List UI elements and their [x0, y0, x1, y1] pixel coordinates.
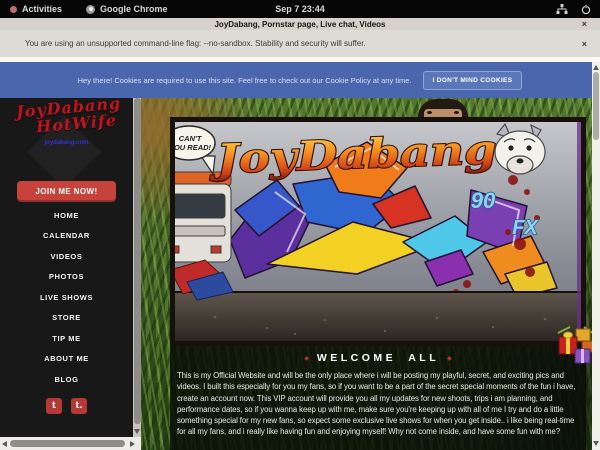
sidebar-horizontal-scrollbar-thumb[interactable]	[10, 440, 125, 447]
cookie-message: Hey there! Cookies are required to use t…	[78, 76, 412, 85]
chrome-logo-icon	[86, 5, 95, 14]
svg-text:CAN'T: CAN'T	[179, 134, 203, 143]
site-logo[interactable]: JoyDabang HotWife joydabang.com	[0, 98, 133, 178]
scroll-down-icon[interactable]	[593, 441, 599, 446]
page-vertical-scrollbar[interactable]	[592, 62, 600, 450]
sidebar-item-videos[interactable]: VIDEOS	[0, 246, 133, 267]
warning-close-icon[interactable]: ×	[582, 30, 587, 57]
window-title-bar: JoyDabang, Pornstar page, Live chat, Vid…	[0, 18, 600, 30]
graffiti-tag-2: FX	[512, 217, 539, 239]
hero-title: JoyDabang	[208, 126, 498, 183]
scroll-down-icon[interactable]	[134, 429, 140, 434]
sidebar-item-about-me[interactable]: ABOUT ME	[0, 349, 133, 370]
bulldog-icon	[495, 124, 545, 174]
sidebar-item-live-shows[interactable]: LIVE SHOWS	[0, 287, 133, 308]
window-title: JoyDabang, Pornstar page, Live chat, Vid…	[214, 20, 385, 29]
welcome-heading: ◆ WELCOME ALL ◆	[170, 352, 586, 364]
scroll-left-icon[interactable]	[2, 441, 7, 447]
sidebar-item-store[interactable]: STORE	[0, 308, 133, 329]
sidebar-item-photos[interactable]: PHOTOS	[0, 267, 133, 288]
join-me-now-button[interactable]: JOIN ME NOW!	[17, 181, 116, 202]
peek-eye	[427, 111, 432, 114]
warning-infobar: You are using an unsupported command-lin…	[0, 30, 600, 57]
webpage-background: JoyDabang HotWife joydabang.com JOIN ME …	[0, 98, 600, 450]
activities-button[interactable]: Activities	[10, 4, 62, 14]
sidebar-vertical-scrollbar-thumb[interactable]	[134, 98, 141, 424]
cookie-accept-button[interactable]: I DON'T MIND COOKIES	[423, 71, 523, 90]
welcome-paragraph: This is my Official Website and will be …	[177, 370, 579, 438]
welcome-section: ◆ WELCOME ALL ◆ This is my Official Webs…	[170, 346, 586, 450]
activities-label: Activities	[22, 4, 62, 14]
welcome-heading-text: WELCOME ALL	[317, 352, 439, 364]
screen: Activities Google Chrome Sep 7 23:44 Joy…	[0, 0, 600, 450]
graffiti-tag-1: 90	[471, 188, 496, 213]
app-menu-button[interactable]: Google Chrome	[86, 4, 168, 14]
peeking-person-graphic	[418, 99, 468, 117]
app-menu-label: Google Chrome	[100, 4, 168, 14]
activities-dot-icon	[10, 6, 17, 13]
truck-graphic	[175, 172, 231, 262]
diamond-marker-icon: ◆	[447, 355, 452, 362]
cookie-bar: Hey there! Cookies are required to use t…	[0, 62, 600, 98]
hero-banner-image: JoyDabang CAN'T YOU READ!	[170, 117, 586, 346]
sidebar-item-blog[interactable]: BLOG	[0, 369, 133, 390]
sidebar-item-home[interactable]: HOME	[0, 205, 133, 226]
sidebar-item-tip-me[interactable]: TIP ME	[0, 328, 133, 349]
sidebar: JoyDabang HotWife joydabang.com JOIN ME …	[0, 98, 133, 437]
tab-close-icon[interactable]: ×	[582, 18, 587, 30]
network-icon[interactable]	[556, 4, 568, 15]
graffiti-mural: JoyDabang CAN'T YOU READ!	[175, 122, 581, 341]
sidebar-nav: HOME CALENDAR VIDEOS PHOTOS LIVE SHOWS S…	[0, 205, 133, 390]
system-bar: Activities Google Chrome Sep 7 23:44	[0, 0, 600, 18]
scroll-right-icon[interactable]	[130, 441, 135, 447]
social-links: t t.	[0, 398, 133, 414]
warning-message: You are using an unsupported command-lin…	[25, 39, 366, 48]
sidebar-vertical-scrollbar[interactable]	[133, 98, 141, 437]
twitter-icon[interactable]: t	[46, 398, 62, 414]
scroll-up-icon[interactable]	[593, 65, 599, 70]
peek-eye	[454, 111, 459, 114]
sidebar-item-calendar[interactable]: CALENDAR	[0, 226, 133, 247]
logo-link[interactable]: joydabang.com	[0, 140, 133, 146]
diamond-marker-icon: ◆	[304, 355, 309, 362]
tumblr-icon[interactable]: t.	[71, 398, 87, 414]
page-scrollbar-thumb[interactable]	[593, 72, 599, 140]
gift-boxes-graphic	[556, 325, 596, 371]
power-icon[interactable]	[581, 4, 591, 15]
svg-text:YOU READ!: YOU READ!	[175, 143, 212, 152]
sidebar-horizontal-scrollbar[interactable]	[0, 437, 141, 450]
